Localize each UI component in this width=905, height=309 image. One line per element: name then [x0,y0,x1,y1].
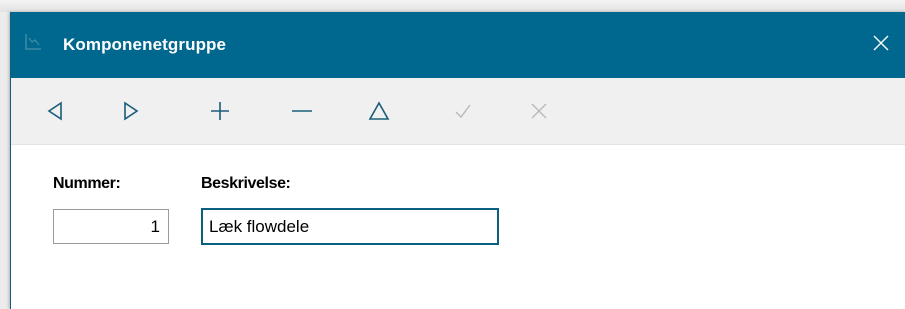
number-field[interactable] [53,209,169,244]
x-icon [531,103,547,119]
plus-icon [211,102,229,120]
close-button[interactable] [866,28,896,58]
dialog-window: Komponenetgruppe Nummer: Beskrivelse: 1 … [10,12,905,309]
triangle-up-icon [368,101,390,120]
cancel-button[interactable] [519,92,559,130]
check-icon [455,104,471,119]
desktop-backdrop [0,0,905,12]
title-bar[interactable]: Komponenetgruppe [11,12,905,78]
app-icon [23,32,43,52]
description-field[interactable] [201,208,499,245]
triangle-left-icon [47,101,62,121]
add-button[interactable] [200,92,240,130]
window-title: Komponenetgruppe [63,35,227,54]
minus-icon [292,110,312,112]
record-toolbar [11,78,905,145]
number-label: Nummer: [53,175,121,192]
confirm-button[interactable] [443,92,483,130]
next-button[interactable] [111,92,151,130]
delete-button[interactable] [282,92,322,130]
close-icon [873,35,889,51]
description-label: Beskrivelse: [201,175,291,192]
form-area: Nummer: Beskrivelse: [11,145,905,309]
edit-button[interactable] [359,92,399,130]
triangle-right-icon [124,101,139,121]
previous-button[interactable] [35,92,75,130]
